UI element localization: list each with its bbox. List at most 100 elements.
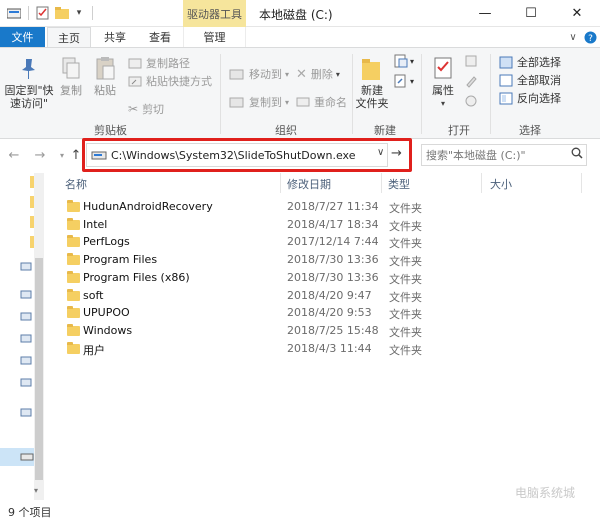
ribbon-expand-icon[interactable]: ∨ <box>566 27 580 47</box>
edit-icon <box>466 76 477 88</box>
column-separator[interactable] <box>381 173 382 193</box>
new-folder-button[interactable]: 新建 文件夹 <box>355 56 389 110</box>
tab-share[interactable]: 共享 <box>94 27 136 47</box>
file-name: Intel <box>83 218 108 231</box>
paste-button[interactable]: 粘贴 <box>90 56 120 97</box>
select-all-button[interactable]: 全部选择 <box>499 54 561 70</box>
file-name: 用户 <box>83 344 105 357</box>
column-type[interactable]: 类型 <box>388 176 410 192</box>
delete-button[interactable]: ✕ 删除 ▾ <box>296 66 340 82</box>
minimize-button[interactable]: — <box>462 0 508 27</box>
cut-icon: ✂ <box>128 102 139 116</box>
search-icon[interactable] <box>571 147 583 162</box>
move-to-button[interactable]: 移动到 ▾ <box>229 66 289 82</box>
file-date: 2018/7/30 13:36 <box>287 253 379 266</box>
close-button[interactable]: ✕ <box>554 0 600 27</box>
column-name[interactable]: 名称 <box>65 176 87 192</box>
new-folder-quick-icon[interactable] <box>54 4 70 22</box>
properties-button[interactable]: 属性 ▾ <box>426 56 460 110</box>
go-arrow-icon[interactable]: → <box>391 146 402 161</box>
drive-tools-label: 驱动器工具 <box>183 0 246 27</box>
nav-pc-icon[interactable] <box>20 290 32 303</box>
tab-view[interactable]: 查看 <box>139 27 181 47</box>
customize-quick-access-icon[interactable]: ▾ <box>73 4 85 22</box>
help-icon[interactable]: ? <box>582 27 598 47</box>
nav-scroll-down-icon[interactable]: ▾ <box>34 486 38 495</box>
invert-selection-button[interactable]: 反向选择 <box>499 90 561 106</box>
rename-button[interactable]: 重命名 <box>296 94 347 110</box>
column-date[interactable]: 修改日期 <box>287 176 331 192</box>
tab-home[interactable]: 主页 <box>47 27 91 48</box>
nav-pc-icon[interactable] <box>20 356 32 369</box>
file-row[interactable]: Program Files 2018/7/30 13:36 文件夹 <box>65 252 425 269</box>
history-button[interactable] <box>464 94 478 108</box>
open-button[interactable] <box>464 54 478 68</box>
paste-shortcut-label: 粘贴快捷方式 <box>146 75 212 88</box>
invert-selection-label: 反向选择 <box>517 92 561 105</box>
properties-quick-icon[interactable] <box>34 4 50 22</box>
nav-pc-icon[interactable] <box>20 334 32 347</box>
nav-selected-drive[interactable] <box>0 448 34 466</box>
search-input[interactable]: 搜索"本地磁盘 (C:)" <box>421 144 587 166</box>
new-item-button[interactable]: ▾ <box>393 54 414 68</box>
copy-to-icon <box>229 97 244 108</box>
forward-arrow-icon[interactable]: → <box>32 147 48 163</box>
paste-shortcut-button[interactable]: 粘贴快捷方式 <box>128 73 212 89</box>
nav-pc-icon[interactable] <box>20 378 32 391</box>
paste-icon <box>96 57 115 80</box>
column-separator[interactable] <box>581 173 582 193</box>
file-type: 文件夹 <box>389 291 422 304</box>
nav-pc-icon[interactable] <box>20 312 32 325</box>
group-open-label: 打开 <box>448 124 470 137</box>
tab-manage[interactable]: 管理 <box>183 27 246 47</box>
copy-button[interactable]: 复制 <box>57 56 85 97</box>
nav-pc-icon[interactable] <box>20 408 32 421</box>
easy-access-icon <box>394 74 406 88</box>
group-new-label: 新建 <box>374 124 396 137</box>
file-row[interactable]: HudunAndroidRecovery 2018/7/27 11:34 文件夹 <box>65 199 425 216</box>
folder-icon <box>67 342 80 354</box>
nav-pc-icon[interactable] <box>20 262 32 275</box>
ribbon-panel: 固定到"快 速访问" 复制 粘贴 复制路径 粘贴快捷方式 ✂ 剪切 剪贴板 移动… <box>0 47 600 139</box>
easy-access-button[interactable]: ▾ <box>393 74 414 88</box>
file-row[interactable]: Program Files (x86) 2018/7/30 13:36 文件夹 <box>65 270 425 287</box>
chevron-down-icon: ▾ <box>440 99 445 108</box>
column-separator[interactable] <box>280 173 281 193</box>
edit-button[interactable] <box>464 74 478 88</box>
folder-icon <box>67 235 80 247</box>
column-separator[interactable] <box>481 173 482 193</box>
folder-icon <box>67 271 80 283</box>
copy-to-button[interactable]: 复制到 ▾ <box>229 94 289 110</box>
chevron-down-icon: ▾ <box>335 69 340 79</box>
column-size[interactable]: 大小 <box>490 176 512 192</box>
file-type: 文件夹 <box>389 273 422 286</box>
file-row[interactable]: Intel 2018/4/17 18:34 文件夹 <box>65 217 425 234</box>
delete-icon: ✕ <box>296 66 307 82</box>
file-row[interactable]: PerfLogs 2017/12/14 7:44 文件夹 <box>65 234 425 251</box>
nav-scrollbar-thumb[interactable] <box>35 258 43 480</box>
folder-icon <box>67 218 80 230</box>
file-row[interactable]: UPUPOO 2018/4/20 9:53 文件夹 <box>65 305 425 322</box>
file-type: 文件夹 <box>389 326 422 339</box>
maximize-button[interactable]: ☐ <box>508 0 554 27</box>
select-none-button[interactable]: 全部取消 <box>499 72 561 88</box>
folder-icon <box>67 289 80 301</box>
file-row[interactable]: 用户 2018/4/3 11:44 文件夹 <box>65 341 425 358</box>
back-arrow-icon[interactable]: ← <box>6 147 22 163</box>
copy-path-icon <box>128 58 142 68</box>
file-row[interactable]: soft 2018/4/20 9:47 文件夹 <box>65 288 425 305</box>
app-icon[interactable] <box>6 4 22 22</box>
cut-button[interactable]: ✂ 剪切 <box>128 101 164 117</box>
window-title: 本地磁盘 (C:) <box>259 8 333 22</box>
file-type: 文件夹 <box>389 308 422 321</box>
group-separator <box>352 54 353 134</box>
file-row[interactable]: Windows 2018/7/25 15:48 文件夹 <box>65 323 425 340</box>
status-bar: 9 个项目 <box>0 500 600 520</box>
pin-quick-access-button[interactable]: 固定到"快 速访问" <box>4 56 54 110</box>
ribbon-tabs: 文件 主页 共享 查看 管理 ∨ ? <box>0 27 600 48</box>
file-type: 文件夹 <box>389 255 422 268</box>
copy-path-button[interactable]: 复制路径 <box>128 55 190 71</box>
tab-file[interactable]: 文件 <box>0 27 45 47</box>
item-count: 9 个项目 <box>8 506 52 519</box>
group-separator <box>220 54 221 134</box>
